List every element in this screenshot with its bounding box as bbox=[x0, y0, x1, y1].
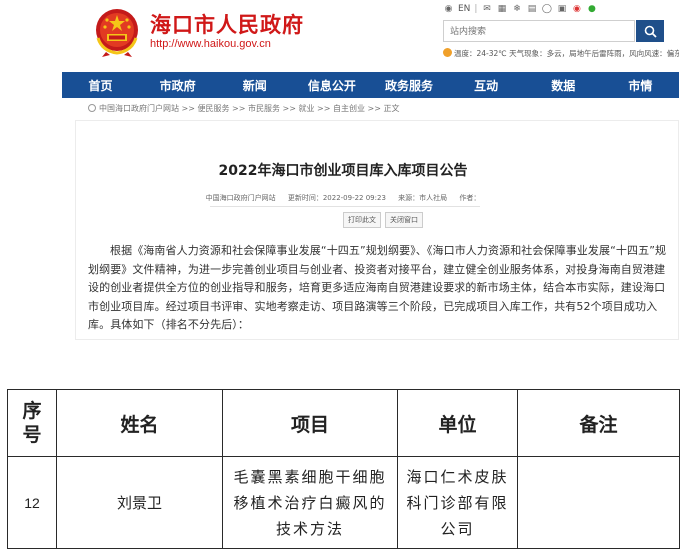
main-nav: 首页 市政府 新闻 信息公开 政务服务 互动 数据 市情 bbox=[62, 72, 679, 98]
project-table: 序号 姓名 项目 单位 备注 12 刘景卫 毛囊黑素细胞干细胞移植术治疗白癜风的… bbox=[7, 389, 680, 549]
header-unit: 单位 bbox=[397, 389, 518, 457]
meta-divider bbox=[210, 206, 480, 207]
breadcrumb-current: 正文 bbox=[383, 104, 400, 113]
weather-info: 温度：24-32℃ 天气现象：多云，局地午后雷阵雨，风向风速：偏东风3-4 bbox=[443, 48, 679, 59]
nav-item-info-disclosure[interactable]: 信息公开 bbox=[293, 77, 370, 94]
cell-seq: 12 bbox=[7, 456, 57, 549]
header-seq: 序号 bbox=[7, 389, 57, 457]
cell-name: 刘景卫 bbox=[56, 456, 223, 549]
site-url[interactable]: http://www.haikou.gov.cn bbox=[150, 38, 271, 50]
nav-item-gov-services[interactable]: 政务服务 bbox=[371, 77, 448, 94]
article-body: 根据《海南省人力资源和社会保障事业发展“十四五”规划纲要》、《海口市人力资源和社… bbox=[88, 244, 667, 331]
article-tools: 打印此文 关闭窗口 bbox=[343, 212, 423, 228]
site-header: 海口市人民政府 http://www.haikou.gov.cn ◉ EN | … bbox=[0, 0, 686, 72]
nav-item-city-info[interactable]: 市情 bbox=[602, 77, 679, 94]
mail-icon[interactable]: ✉ bbox=[481, 4, 492, 15]
breadcrumb-link[interactable]: 中国海口政府门户网站 bbox=[99, 104, 179, 113]
cell-note bbox=[517, 456, 680, 549]
globe-icon[interactable]: ◉ bbox=[443, 4, 454, 15]
cell-project-text: 毛囊黑素细胞干细胞移植术治疗白癜风的技术方法 bbox=[233, 467, 387, 538]
app-icon[interactable]: ◯ bbox=[541, 4, 552, 15]
weather-text: 温度：24-32℃ 天气现象：多云，局地午后雷阵雨，风向风速：偏东风3-4 bbox=[454, 49, 679, 58]
weather-icon bbox=[443, 48, 452, 57]
header-seq-label: 序号 bbox=[22, 400, 42, 446]
weibo-icon[interactable]: ◉ bbox=[571, 4, 582, 15]
search-icon bbox=[644, 25, 657, 38]
rss-icon[interactable]: ▣ bbox=[556, 4, 567, 15]
breadcrumb: 中国海口政府门户网站 >> 便民服务 >> 市民服务 >> 就业 >> 自主创业… bbox=[88, 103, 400, 114]
nav-item-news[interactable]: 新闻 bbox=[216, 77, 293, 94]
wechat-icon[interactable]: ● bbox=[586, 4, 597, 15]
print-button[interactable]: 打印此文 bbox=[343, 212, 381, 228]
site-title[interactable]: 海口市人民政府 bbox=[150, 9, 304, 39]
cell-project: 毛囊黑素细胞干细胞移植术治疗白癜风的技术方法 bbox=[222, 456, 398, 549]
article-title: 2022年海口市创业项目库入库项目公告 bbox=[218, 163, 468, 179]
search-input[interactable] bbox=[443, 20, 635, 42]
cell-unit: 海口仁术皮肤科门诊部有限公司 bbox=[397, 456, 518, 549]
meta-time: 更新时间：2022-09-22 09:23 bbox=[287, 194, 386, 202]
care-mode-icon[interactable]: ❄ bbox=[511, 4, 522, 15]
breadcrumb-link[interactable]: 自主创业 bbox=[333, 104, 365, 113]
nav-item-home[interactable]: 首页 bbox=[62, 77, 139, 94]
nav-item-government[interactable]: 市政府 bbox=[139, 77, 216, 94]
english-link[interactable]: EN bbox=[458, 4, 470, 14]
meta-from: 来源：市人社局 bbox=[398, 194, 448, 202]
accessibility-icon[interactable]: ▦ bbox=[496, 4, 507, 15]
header-note: 备注 bbox=[517, 389, 680, 457]
location-icon bbox=[88, 104, 96, 112]
table-header-row: 序号 姓名 项目 单位 备注 bbox=[7, 389, 680, 457]
breadcrumb-link[interactable]: 就业 bbox=[299, 104, 315, 113]
header-project: 项目 bbox=[222, 389, 398, 457]
national-emblem-icon[interactable] bbox=[92, 6, 142, 58]
table-row: 12 刘景卫 毛囊黑素细胞干细胞移植术治疗白癜风的技术方法 海口仁术皮肤科门诊部… bbox=[7, 456, 680, 549]
close-window-button[interactable]: 关闭窗口 bbox=[385, 212, 423, 228]
search-button[interactable] bbox=[636, 20, 664, 42]
breadcrumb-link[interactable]: 便民服务 bbox=[198, 104, 230, 113]
meta-author: 作者： bbox=[459, 194, 481, 202]
meta-source: 中国海口政府门户网站 bbox=[205, 194, 276, 202]
cell-unit-text: 海口仁术皮肤科门诊部有限公司 bbox=[406, 467, 509, 538]
mobile-icon[interactable]: ▤ bbox=[526, 4, 537, 15]
nav-item-interaction[interactable]: 互动 bbox=[448, 77, 525, 94]
article-meta: 中国海口政府门户网站 更新时间：2022-09-22 09:23 来源：市人社局… bbox=[0, 193, 686, 203]
nav-item-data[interactable]: 数据 bbox=[525, 77, 602, 94]
quicklinks-bar: ◉ EN | ✉ ▦ ❄ ▤ ◯ ▣ ◉ ● bbox=[443, 3, 597, 15]
header-name: 姓名 bbox=[56, 389, 223, 457]
breadcrumb-link[interactable]: 市民服务 bbox=[248, 104, 280, 113]
